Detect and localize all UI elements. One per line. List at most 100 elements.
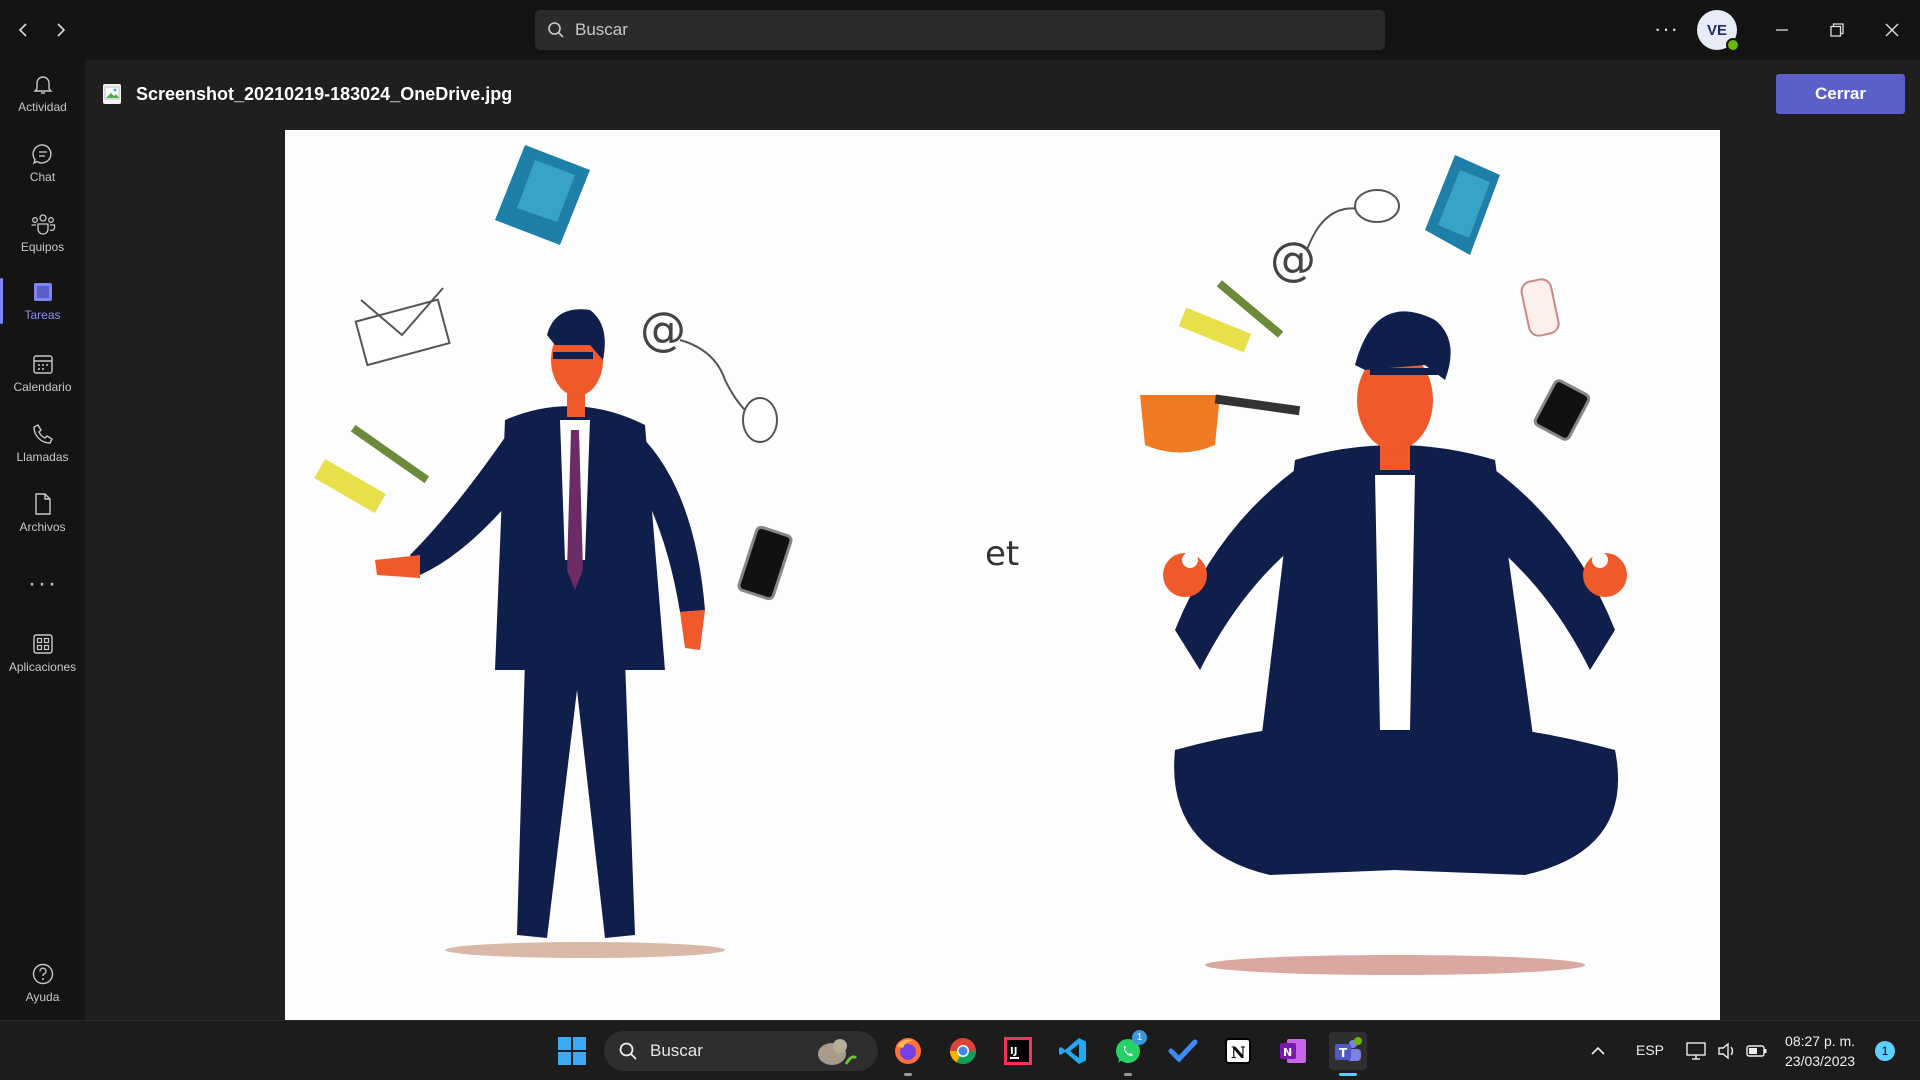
more-options-button[interactable]: ··· bbox=[1654, 16, 1679, 42]
show-hidden-icons-button[interactable] bbox=[1583, 1032, 1613, 1070]
clock-time: 08:27 p. m. bbox=[1785, 1033, 1856, 1049]
close-icon bbox=[1885, 23, 1899, 37]
rail-label: Ayuda bbox=[25, 990, 60, 1004]
vscode-app[interactable] bbox=[1054, 1032, 1092, 1070]
svg-text:IJ: IJ bbox=[1010, 1046, 1017, 1057]
rail-label: Chat bbox=[29, 170, 56, 184]
network-tray[interactable] bbox=[1682, 1032, 1712, 1070]
file-preview-area: @ @ et bbox=[85, 130, 1920, 1020]
rail-label: Aplicaciones bbox=[8, 660, 77, 674]
rail-label: Archivos bbox=[19, 520, 66, 534]
chat-icon bbox=[31, 144, 52, 165]
search-placeholder: Buscar bbox=[575, 20, 628, 39]
image-preview: @ @ et bbox=[285, 130, 1720, 1020]
chevron-up-icon bbox=[1591, 1046, 1605, 1055]
calendar-icon bbox=[32, 355, 53, 374]
network-icon bbox=[1686, 1042, 1706, 1060]
rail-item-ayuda[interactable]: Ayuda bbox=[0, 952, 85, 1014]
running-indicator bbox=[904, 1073, 912, 1076]
rail-item-tareas[interactable]: Tareas bbox=[0, 270, 85, 332]
search-highlight-icon bbox=[818, 1039, 858, 1065]
rail-item-archivos[interactable]: Archivos bbox=[0, 482, 85, 544]
file-viewer-header: Screenshot_20210219-183024_OneDrive.jpg … bbox=[85, 60, 1920, 130]
svg-text:@: @ bbox=[640, 302, 686, 356]
checkmark-todo-icon bbox=[1168, 1039, 1198, 1063]
minimize-button[interactable] bbox=[1766, 14, 1798, 46]
language-indicator[interactable]: ESP bbox=[1636, 1042, 1664, 1058]
rail-item-aplicaciones[interactable]: Aplicaciones bbox=[0, 622, 85, 684]
bell-icon bbox=[32, 76, 53, 94]
battery-icon bbox=[1746, 1045, 1767, 1057]
teams-icon: T bbox=[1335, 1037, 1362, 1061]
rail-label: Actividad bbox=[18, 100, 67, 114]
rail-item-llamadas[interactable]: Llamadas bbox=[0, 412, 85, 474]
presence-available-icon bbox=[1726, 38, 1740, 52]
whatsapp-app[interactable]: 1 bbox=[1109, 1030, 1147, 1076]
onenote-app[interactable]: N bbox=[1274, 1032, 1312, 1070]
close-window-button[interactable] bbox=[1876, 14, 1908, 46]
vscode-icon bbox=[1059, 1038, 1086, 1064]
taskbar-search-label: Buscar bbox=[650, 1041, 703, 1060]
image-file-icon bbox=[103, 84, 121, 104]
notion-icon: N bbox=[1225, 1038, 1251, 1064]
illustration-stressed-vs-meditating-businessman: @ @ bbox=[314, 145, 1627, 975]
taskbar-search[interactable]: Buscar bbox=[604, 1031, 878, 1071]
svg-text:N: N bbox=[1231, 1043, 1246, 1062]
windows-taskbar: Buscar IJ 1 N N T ESP 08:27 p. m. 23/03/… bbox=[0, 1020, 1920, 1080]
teams-app[interactable]: T bbox=[1329, 1032, 1367, 1076]
minimize-icon bbox=[1776, 29, 1788, 31]
rail-label: Llamadas bbox=[16, 450, 69, 464]
rail-more-button[interactable]: ··· bbox=[28, 570, 58, 598]
chrome-app[interactable] bbox=[944, 1032, 982, 1070]
rail-item-actividad[interactable]: Actividad bbox=[0, 62, 85, 124]
notification-count-badge[interactable]: 1 bbox=[1875, 1041, 1895, 1061]
windows-logo-icon bbox=[558, 1037, 586, 1065]
help-icon bbox=[32, 963, 53, 985]
restore-button[interactable] bbox=[1821, 14, 1853, 46]
rail-item-calendario[interactable]: Calendario bbox=[0, 342, 85, 404]
clock-date: 23/03/2023 bbox=[1785, 1053, 1856, 1069]
apps-icon bbox=[32, 634, 53, 654]
running-indicator bbox=[1124, 1073, 1132, 1076]
file-icon bbox=[34, 493, 51, 515]
rail-label: Calendario bbox=[13, 380, 72, 394]
onenote-icon: N bbox=[1280, 1039, 1306, 1063]
avatar[interactable]: VE bbox=[1697, 10, 1740, 52]
active-indicator bbox=[1339, 1073, 1357, 1076]
phone-icon bbox=[32, 424, 53, 444]
svg-text:@: @ bbox=[1270, 232, 1316, 286]
volume-tray[interactable] bbox=[1712, 1032, 1742, 1070]
svg-text:T: T bbox=[1339, 1046, 1348, 1060]
system-clock[interactable]: 08:27 p. m. 23/03/2023 bbox=[1785, 1031, 1855, 1071]
search-icon bbox=[619, 1042, 637, 1060]
avatar-initials: VE bbox=[1706, 21, 1727, 39]
tasks-icon bbox=[33, 283, 52, 301]
app-rail: Actividad Chat Equipos Tareas Calendario… bbox=[0, 60, 85, 1020]
rail-label: Tareas bbox=[24, 308, 61, 322]
intellij-app[interactable]: IJ bbox=[999, 1032, 1037, 1070]
restore-icon bbox=[1830, 23, 1844, 37]
image-caption: et bbox=[985, 534, 1020, 574]
search-icon bbox=[548, 22, 564, 38]
file-name: Screenshot_20210219-183024_OneDrive.jpg bbox=[136, 84, 513, 104]
rail-item-equipos[interactable]: Equipos bbox=[0, 202, 85, 264]
start-button[interactable] bbox=[553, 1032, 591, 1070]
battery-tray[interactable] bbox=[1742, 1032, 1772, 1070]
notion-app[interactable]: N bbox=[1219, 1032, 1257, 1070]
svg-text:N: N bbox=[1283, 1046, 1292, 1059]
firefox-app[interactable] bbox=[889, 1032, 927, 1076]
back-arrow-icon[interactable] bbox=[12, 18, 36, 42]
firefox-icon bbox=[895, 1038, 921, 1064]
todo-app[interactable] bbox=[1164, 1032, 1202, 1070]
search-input[interactable]: Buscar bbox=[535, 10, 1385, 50]
rail-item-chat[interactable]: Chat bbox=[0, 132, 85, 194]
rail-label: Equipos bbox=[20, 240, 65, 254]
chrome-icon bbox=[949, 1038, 977, 1065]
close-viewer-button[interactable]: Cerrar bbox=[1776, 74, 1905, 114]
title-bar: Buscar ··· VE bbox=[0, 0, 1920, 60]
whatsapp-badge: 1 bbox=[1132, 1030, 1147, 1045]
forward-arrow-icon[interactable] bbox=[48, 18, 72, 42]
intellij-icon: IJ bbox=[1004, 1037, 1032, 1065]
speaker-icon bbox=[1718, 1042, 1734, 1060]
teams-icon bbox=[31, 214, 55, 235]
